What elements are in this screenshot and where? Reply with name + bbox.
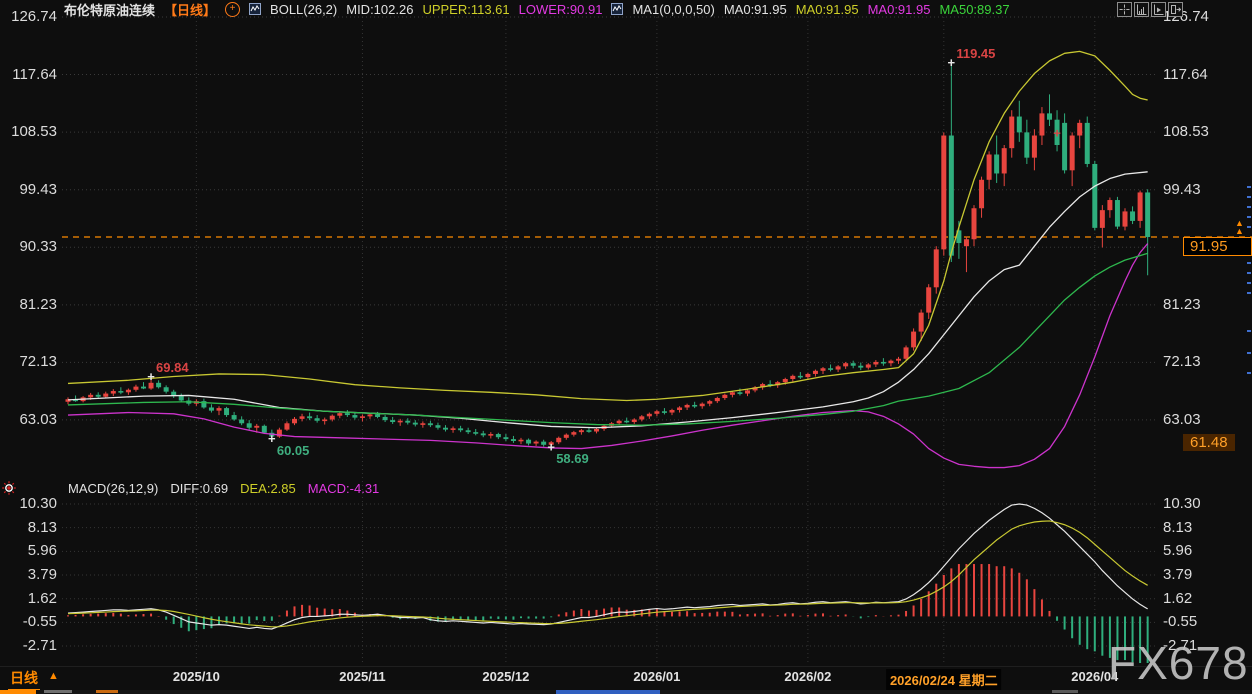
exit-chart-icon[interactable] <box>1168 2 1183 17</box>
alert-dot-icon[interactable] <box>2 481 16 500</box>
date-axis-label: 2026/01 <box>633 669 680 684</box>
boll-upper-value: UPPER:113.61 <box>422 2 509 17</box>
extreme-marker-icon: + <box>948 55 956 70</box>
expand-icon-glyph: + <box>230 4 236 14</box>
period-arrow-icon[interactable]: ▲ <box>48 670 59 682</box>
ma-name: MA1(0,0,0,50) <box>632 2 714 17</box>
macd-axis-label: 8.13 <box>0 519 57 536</box>
axis-chart-left-icon[interactable] <box>1134 2 1149 17</box>
bottom-toolbar-cutoff <box>0 690 1252 694</box>
price-axis-label: 108.53 <box>0 123 57 140</box>
extreme-marker-icon: + <box>147 369 155 384</box>
cutoff-gray-block <box>1052 690 1078 693</box>
cutoff-blue-block <box>556 690 660 694</box>
macd-axis-label: -2.71 <box>0 637 57 654</box>
indicator-icon[interactable] <box>249 3 261 15</box>
crosshair-icon[interactable] <box>1117 2 1132 17</box>
price-annotation: 60.05 <box>277 443 310 458</box>
extreme-marker-icon: + <box>268 431 276 446</box>
price-axis-label: 99.43 <box>0 181 57 198</box>
axis-separator <box>0 666 1252 667</box>
price-axis-label: 63.03 <box>1163 411 1201 428</box>
ma0-white-value: MA0:91.95 <box>724 2 787 17</box>
date-axis-label: 2026/02 <box>784 669 831 684</box>
boll-name: BOLL(26,2) <box>270 2 337 17</box>
expand-icon[interactable]: + <box>225 2 240 17</box>
price-axis-label: 72.13 <box>1163 353 1201 370</box>
ma0-yellow-value: MA0:91.95 <box>796 2 859 17</box>
selected-date-label[interactable]: 2026/02/24 星期二 <box>886 669 1002 690</box>
period-tag[interactable]: 【日线】 <box>164 0 216 19</box>
last-price-tag: 91.95 <box>1183 237 1252 256</box>
date-axis-label: 2025/12 <box>482 669 529 684</box>
boll-lower-value: LOWER:90.91 <box>519 2 603 17</box>
watermark: FX678 <box>1108 636 1249 690</box>
price-annotation: 119.45 <box>956 46 995 61</box>
macd-diff-value: DIFF:0.69 <box>170 481 228 496</box>
price-axis-label: 108.53 <box>1163 123 1209 140</box>
macd-axis-label: 10.30 <box>1163 495 1201 512</box>
cutoff-gray-block <box>44 690 72 693</box>
last-price-value: 91.95 <box>1190 238 1228 255</box>
price-axis-label: 126.74 <box>0 8 57 25</box>
instrument-title: 布伦特原油连续 <box>64 0 155 19</box>
price-annotation: 69.84 <box>156 360 189 375</box>
macd-axis-label: 5.96 <box>0 542 57 559</box>
price-axis-label: 117.64 <box>0 66 57 83</box>
price-axis-label: 81.23 <box>1163 296 1201 313</box>
axis-chart-play-icon[interactable] <box>1151 2 1166 17</box>
macd-axis-label: 1.62 <box>0 590 57 607</box>
macd-dea-value: DEA:2.85 <box>240 481 296 496</box>
date-axis-label: 2025/11 <box>339 669 385 684</box>
indicator-icon[interactable] <box>611 3 623 15</box>
price-axis-label: 81.23 <box>0 296 57 313</box>
trading-chart-window: + + + + + 布伦特原油连续 【日线】 + BOLL(26,2) MID:102.… <box>0 0 1252 694</box>
ma50-value: MA50:89.37 <box>939 2 1009 17</box>
price-axis-label: 99.43 <box>1163 181 1201 198</box>
low-price-tag: 61.48 <box>1183 434 1235 451</box>
price-axis-label: 72.13 <box>0 353 57 370</box>
macd-axis-label: 3.79 <box>0 566 57 583</box>
macd-header: MACD(26,12,9) DIFF:0.69 DEA:2.85 MACD:-4… <box>68 481 379 496</box>
date-axis-label: 2025/10 <box>173 669 220 684</box>
macd-name: MACD(26,12,9) <box>68 481 158 496</box>
price-up-arrows-icon: ▲▲ <box>1235 219 1248 235</box>
ma0-magenta-value: MA0:91.95 <box>868 2 931 17</box>
macd-axis-label: 1.62 <box>1163 590 1192 607</box>
extreme-marker-icon: + <box>547 439 555 454</box>
extreme-marker-icon: + <box>1053 126 1061 141</box>
price-axis-label: 90.33 <box>0 238 57 255</box>
cutoff-orange-block <box>0 690 36 694</box>
chart-toolbar <box>1117 2 1183 17</box>
period-selector[interactable]: 日线 <box>8 668 40 691</box>
macd-axis-label: -0.55 <box>1163 613 1197 630</box>
macd-axis-label: -0.55 <box>0 613 57 630</box>
price-chart-canvas[interactable]: + + + + + <box>0 0 1252 694</box>
macd-axis-label: 8.13 <box>1163 519 1192 536</box>
macd-axis-label: 5.96 <box>1163 542 1192 559</box>
price-annotation: 58.69 <box>556 451 589 466</box>
price-axis-label: 117.64 <box>1163 66 1208 83</box>
boll-mid-value: MID:102.26 <box>346 2 413 17</box>
cutoff-orange-block <box>96 690 118 693</box>
macd-macd-value: MACD:-4.31 <box>308 481 380 496</box>
price-axis-label: 63.03 <box>0 411 57 428</box>
macd-axis-label: 3.79 <box>1163 566 1192 583</box>
chart-header: 布伦特原油连续 【日线】 + BOLL(26,2) MID:102.26 UPP… <box>64 1 1010 17</box>
